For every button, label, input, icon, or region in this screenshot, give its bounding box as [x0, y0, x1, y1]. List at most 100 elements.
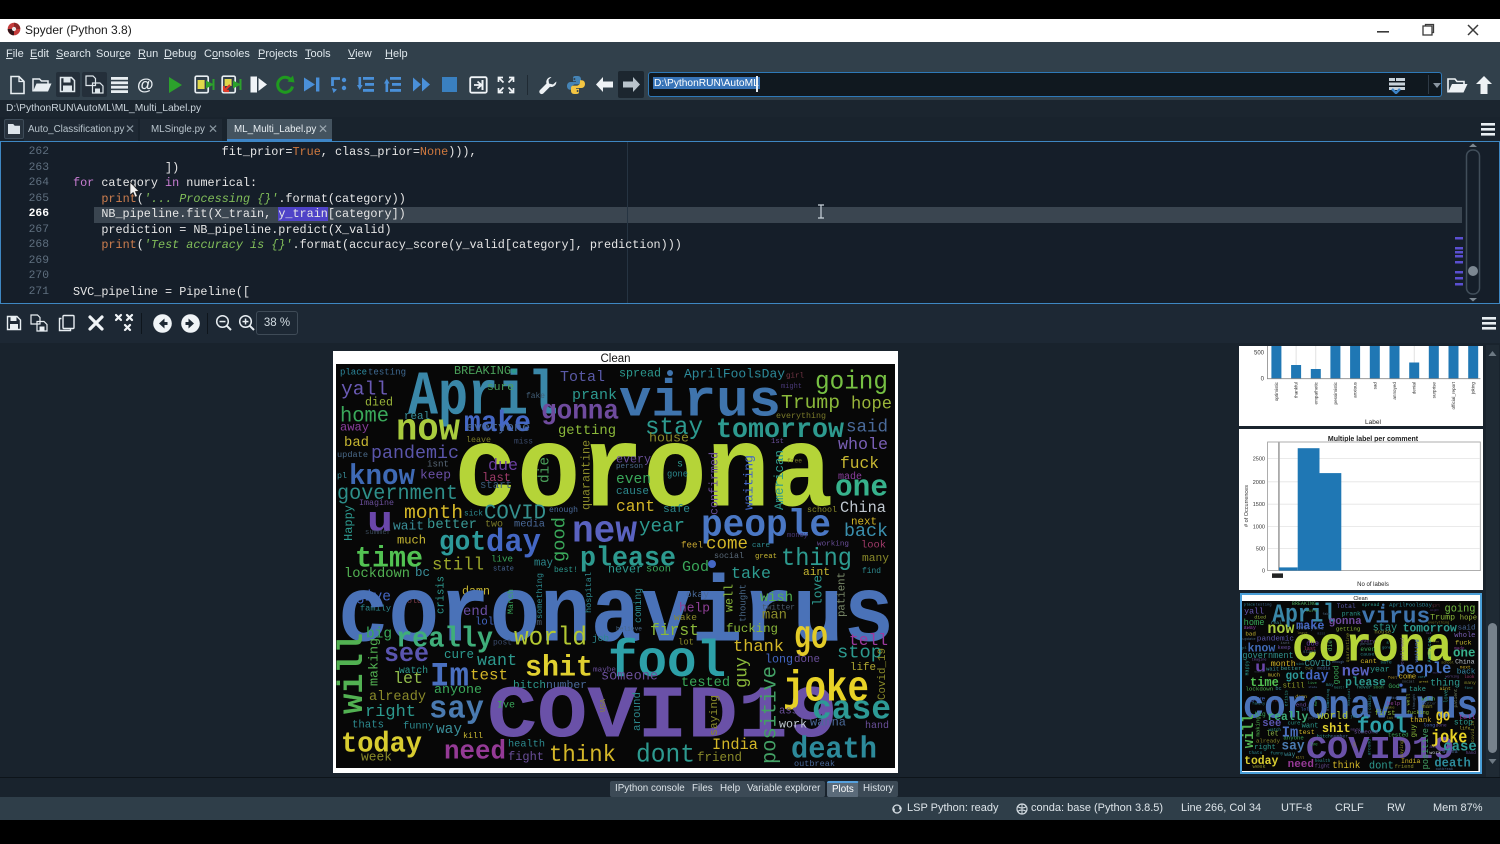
svg-text:wait: wait: [393, 518, 424, 533]
svg-text:place: place: [1244, 603, 1256, 608]
svg-text:die: die: [1327, 640, 1334, 651]
svg-text:girl: girl: [1433, 604, 1441, 608]
svg-text:post: post: [493, 638, 512, 647]
svg-text:coming: coming: [633, 588, 644, 623]
svg-text:might: might: [781, 383, 802, 391]
svg-text:No of labels: No of labels: [1357, 582, 1389, 588]
svg-text:waiting: waiting: [741, 455, 756, 510]
svg-text:care: care: [1418, 675, 1426, 679]
svg-text:wait: wait: [1266, 666, 1279, 673]
svg-text:house: house: [649, 431, 689, 446]
svg-text:USA: USA: [600, 698, 608, 712]
svg-text:optimistic: optimistic: [1273, 381, 1278, 401]
svg-text:thankful: thankful: [1293, 382, 1298, 398]
svg-text:2500: 2500: [1252, 456, 1264, 462]
svg-text:wanna: wanna: [810, 716, 846, 730]
svg-text:away: away: [1244, 625, 1256, 631]
svg-text:soon: soon: [1373, 686, 1384, 691]
svg-text:March: March: [1314, 696, 1319, 707]
svg-text:2000: 2000: [1252, 479, 1264, 485]
svg-text:hope: hope: [851, 395, 892, 414]
svg-text:post: post: [1309, 716, 1317, 720]
svg-text:crisis: crisis: [436, 576, 448, 614]
svg-text:hand: hand: [865, 720, 889, 732]
svg-text:1st: 1st: [771, 438, 784, 446]
svg-text:cant: cant: [616, 498, 655, 516]
svg-text:Covid_19: Covid_19: [877, 648, 889, 700]
svg-text:great: great: [755, 553, 777, 561]
svg-text:gone: gone: [667, 470, 688, 480]
svg-text:okay: okay: [686, 589, 709, 600]
svg-text:hospital: hospital: [584, 572, 594, 613]
svg-text:waiting: waiting: [1413, 640, 1420, 663]
svg-text:feel: feel: [681, 540, 703, 551]
svg-text:hope: hope: [1460, 615, 1477, 623]
svg-text:1st: 1st: [1426, 631, 1432, 635]
svg-text:never: never: [1357, 685, 1372, 691]
svg-text:already: already: [1256, 738, 1281, 745]
svg-text:500: 500: [1256, 546, 1265, 552]
svg-text:0: 0: [1260, 377, 1264, 383]
svg-text:update: update: [337, 450, 368, 460]
svg-text:testing: testing: [1256, 603, 1272, 608]
svg-text:China: China: [840, 499, 886, 517]
svg-text:sure: sure: [487, 382, 514, 394]
svg-text:well: well: [723, 584, 737, 612]
svg-text:quarantine: quarantine: [579, 440, 593, 510]
svg-text:wanna: wanna: [1443, 749, 1458, 755]
svg-text:help: help: [1387, 700, 1400, 707]
svg-text:whole: whole: [838, 436, 888, 455]
svg-text:positive: positive: [758, 666, 782, 764]
svg-text:Ive: Ive: [497, 701, 515, 712]
svg-text:back: back: [844, 522, 888, 542]
svg-text:patient: patient: [1454, 689, 1460, 708]
svg-text:annoyed: annoyed: [1392, 382, 1397, 400]
svg-text:Label: Label: [1365, 419, 1381, 426]
svg-text:hospital: hospital: [1347, 689, 1352, 706]
svg-text:social: social: [1402, 680, 1415, 685]
svg-text:coming: coming: [1368, 695, 1373, 710]
svg-text:1000: 1000: [1252, 524, 1264, 530]
svg-text:Total: Total: [1337, 603, 1356, 610]
svg-text:Trump: Trump: [1431, 614, 1456, 623]
svg-text:guy: guy: [733, 657, 752, 688]
svg-text:thought: thought: [739, 584, 749, 622]
svg-text:person: person: [1361, 642, 1373, 646]
svg-text:Happy: Happy: [1245, 661, 1251, 676]
svg-text:said: said: [1458, 625, 1476, 633]
svg-text:keep: keep: [420, 467, 451, 482]
svg-text:free: free: [1433, 640, 1440, 644]
svg-text:need: need: [444, 737, 506, 768]
svg-text:pessimistic: pessimistic: [1332, 381, 1337, 404]
svg-text:American: American: [1427, 637, 1433, 662]
svg-text:said: said: [846, 418, 888, 438]
svg-text:empathetic: empathetic: [1313, 381, 1318, 404]
svg-text:summer: summer: [365, 529, 391, 537]
svg-text:die: die: [537, 457, 553, 483]
svg-text:might: might: [1431, 608, 1440, 612]
svg-text:sad: sad: [1372, 382, 1377, 390]
svg-text:fight: fight: [1315, 764, 1330, 770]
svg-text:bad: bad: [344, 435, 369, 451]
svg-text:friend: friend: [697, 751, 742, 765]
svg-text:good: good: [549, 517, 571, 562]
svg-text:fight: fight: [508, 750, 544, 764]
svg-text:fucking: fucking: [726, 622, 778, 636]
svg-text:stop: stop: [1454, 719, 1473, 728]
svg-text:think: think: [1332, 760, 1360, 771]
svg-text:sure: sure: [1306, 609, 1318, 614]
svg-text:thought: thought: [1413, 694, 1418, 710]
svg-text:see: see: [1263, 718, 1282, 730]
svg-text:bad: bad: [1246, 631, 1257, 638]
svg-text:way: way: [436, 722, 462, 738]
svg-text:money: money: [787, 532, 808, 540]
svg-text:find: find: [1465, 686, 1473, 690]
svg-text:friend: friend: [1395, 764, 1414, 770]
svg-text:believe: believe: [1361, 710, 1372, 714]
svg-text:guy: guy: [1411, 724, 1419, 738]
svg-text:saying: saying: [1400, 740, 1406, 757]
svg-text:gone: gone: [1382, 647, 1391, 651]
svg-text:saying: saying: [709, 695, 721, 736]
svg-text:well: well: [1406, 694, 1412, 706]
svg-text:love: love: [1443, 690, 1450, 703]
